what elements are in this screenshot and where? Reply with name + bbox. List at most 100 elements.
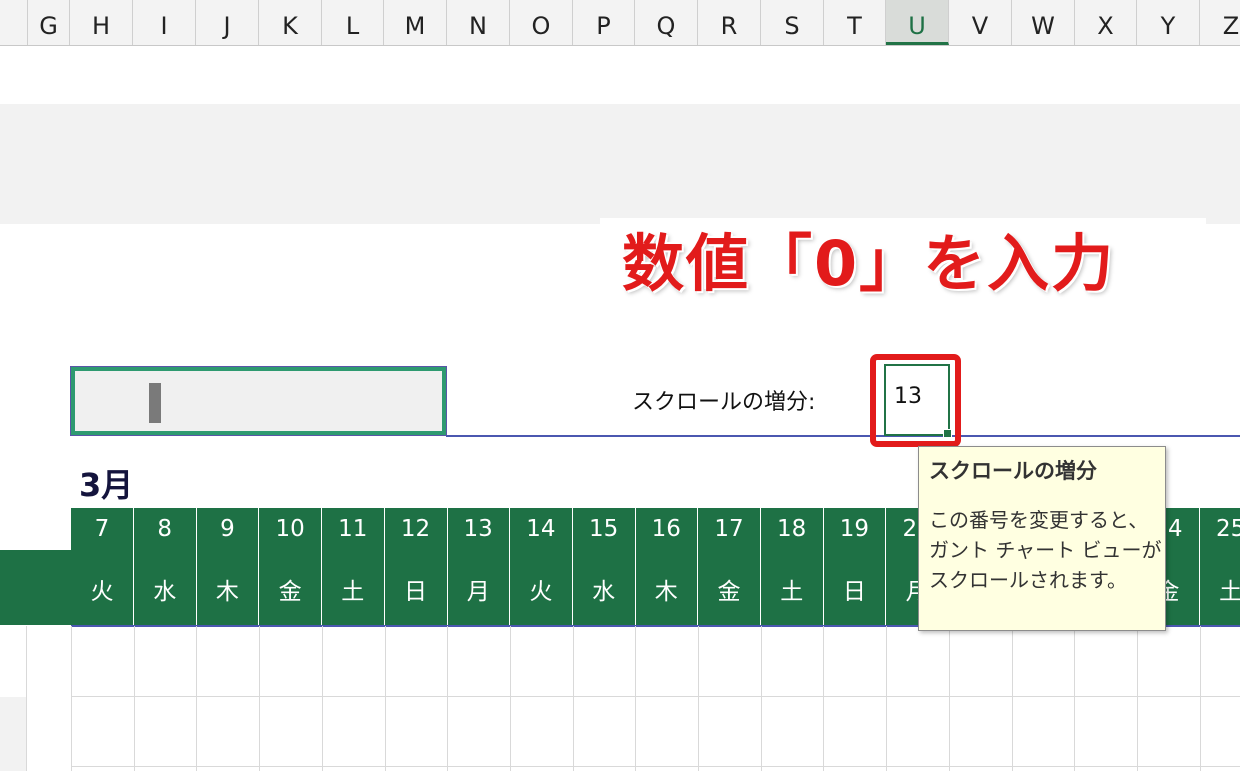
grid-line <box>1199 626 1201 771</box>
grid-line <box>509 626 511 771</box>
column-header-partial[interactable] <box>0 0 28 45</box>
date-cell[interactable]: 15 水 <box>573 508 636 625</box>
date-cell[interactable]: 11 土 <box>322 508 385 625</box>
column-header-i[interactable]: I <box>133 0 196 45</box>
date-cell[interactable]: 19 日 <box>823 508 887 625</box>
left-grid-strip <box>0 697 26 771</box>
date-number: 25 <box>1215 516 1240 542</box>
tooltip-title: スクロールの増分 <box>929 459 1097 483</box>
date-cell[interactable]: 14 火 <box>510 508 573 625</box>
weekday-label: 日 <box>404 579 427 605</box>
weekday-label: 土 <box>780 579 804 605</box>
weekday-label: 月 <box>466 579 490 605</box>
date-number: 19 <box>839 516 870 542</box>
column-header-o[interactable]: O <box>510 0 573 45</box>
date-number: 8 <box>157 516 172 542</box>
grid-line <box>948 626 950 771</box>
weekday-label: 木 <box>654 579 678 605</box>
column-header-s[interactable]: S <box>761 0 824 45</box>
task-grid[interactable] <box>71 626 1240 771</box>
column-header-h[interactable]: H <box>70 0 133 45</box>
selection-border-line <box>446 435 1240 437</box>
date-number: 11 <box>338 516 368 542</box>
column-header-v[interactable]: V <box>949 0 1012 45</box>
grid-line <box>886 626 888 771</box>
left-green-band <box>0 550 71 625</box>
date-number: 7 <box>94 516 110 542</box>
weekday-label: 土 <box>1219 579 1240 605</box>
column-header-r[interactable]: R <box>698 0 761 45</box>
date-cell[interactable]: 17 金 <box>698 508 761 625</box>
column-header-g[interactable]: G <box>28 0 70 45</box>
date-number: 14 <box>526 516 556 542</box>
column-header-w[interactable]: W <box>1012 0 1075 45</box>
month-label: 3月 <box>79 466 134 504</box>
grid-line <box>1074 626 1076 771</box>
weekday-label: 金 <box>717 579 741 605</box>
date-cell[interactable]: 7火 <box>71 508 134 625</box>
date-cell[interactable]: 16 木 <box>635 508 699 625</box>
tooltip: スクロールの増分 この番号を変更すると、ガント チャート ビューがスクロールされ… <box>918 446 1166 631</box>
column-header-n[interactable]: N <box>447 0 510 45</box>
column-header-m[interactable]: M <box>384 0 447 45</box>
date-number: 17 <box>714 516 744 542</box>
column-header-k[interactable]: K <box>259 0 322 45</box>
column-header-bar: GHIJKLMNOPQRSTUVWXYZ <box>0 0 1240 46</box>
date-cell[interactable]: 10 金 <box>259 508 323 625</box>
grid-line <box>1136 626 1138 771</box>
grid-line <box>321 626 323 771</box>
weekday-label: 日 <box>842 579 866 605</box>
date-cell[interactable]: 9木 <box>196 508 260 625</box>
weekday-label: 土 <box>341 579 365 605</box>
date-number: 18 <box>777 516 807 542</box>
grid-line <box>384 626 386 771</box>
weekday-label: 金 <box>278 579 302 605</box>
column-header-p[interactable]: P <box>573 0 635 45</box>
date-cell[interactable]: 8水 <box>134 508 197 625</box>
gray-band <box>0 104 1240 224</box>
grid-line <box>71 696 1240 697</box>
column-header-z[interactable]: Z <box>1200 0 1240 45</box>
grid-line <box>1011 626 1013 771</box>
column-header-j[interactable]: J <box>196 0 259 45</box>
column-header-l[interactable]: L <box>322 0 384 45</box>
weekday-label: 火 <box>529 579 553 605</box>
date-number: 16 <box>651 516 681 542</box>
date-number: 13 <box>463 516 493 542</box>
weekday-label: 火 <box>90 579 114 605</box>
date-number: 12 <box>400 516 431 542</box>
date-cell[interactable]: 25 土 <box>1200 508 1240 625</box>
grid-line <box>259 626 261 771</box>
date-number: 9 <box>220 516 235 542</box>
column-header-t[interactable]: T <box>824 0 886 45</box>
grid-line <box>823 626 825 771</box>
grid-line <box>760 626 762 771</box>
grid-line <box>196 626 198 771</box>
column-header-y[interactable]: Y <box>1137 0 1200 45</box>
tooltip-body: この番号を変更すると、ガント チャート ビューがスクロールされます。 <box>929 508 1162 592</box>
column-header-q[interactable]: Q <box>635 0 698 45</box>
grid-line <box>71 766 1240 767</box>
weekday-label: 木 <box>215 579 239 605</box>
weekday-label: 水 <box>153 579 177 605</box>
date-number: 15 <box>588 516 619 542</box>
scrollbar-control[interactable] <box>71 367 446 435</box>
grid-line <box>447 626 449 771</box>
grid-line <box>71 626 72 771</box>
grid-line <box>26 626 27 771</box>
scroll-increment-label: スクロールの増分: <box>632 390 816 415</box>
grid-line <box>133 626 135 771</box>
date-number: 10 <box>275 516 305 542</box>
column-header-x[interactable]: X <box>1075 0 1137 45</box>
annotation-callout: 数値「0」を入力 <box>622 227 1116 300</box>
weekday-label: 水 <box>592 579 616 605</box>
grid-line <box>635 626 637 771</box>
date-cell[interactable]: 13 月 <box>447 508 511 625</box>
red-highlight-box <box>870 354 961 447</box>
scrollbar-thumb[interactable] <box>149 383 161 423</box>
date-cell[interactable]: 12 日 <box>385 508 448 625</box>
grid-line <box>698 626 699 771</box>
date-cell[interactable]: 18 土 <box>761 508 824 625</box>
column-header-u[interactable]: U <box>886 0 949 45</box>
grid-line <box>572 626 574 771</box>
